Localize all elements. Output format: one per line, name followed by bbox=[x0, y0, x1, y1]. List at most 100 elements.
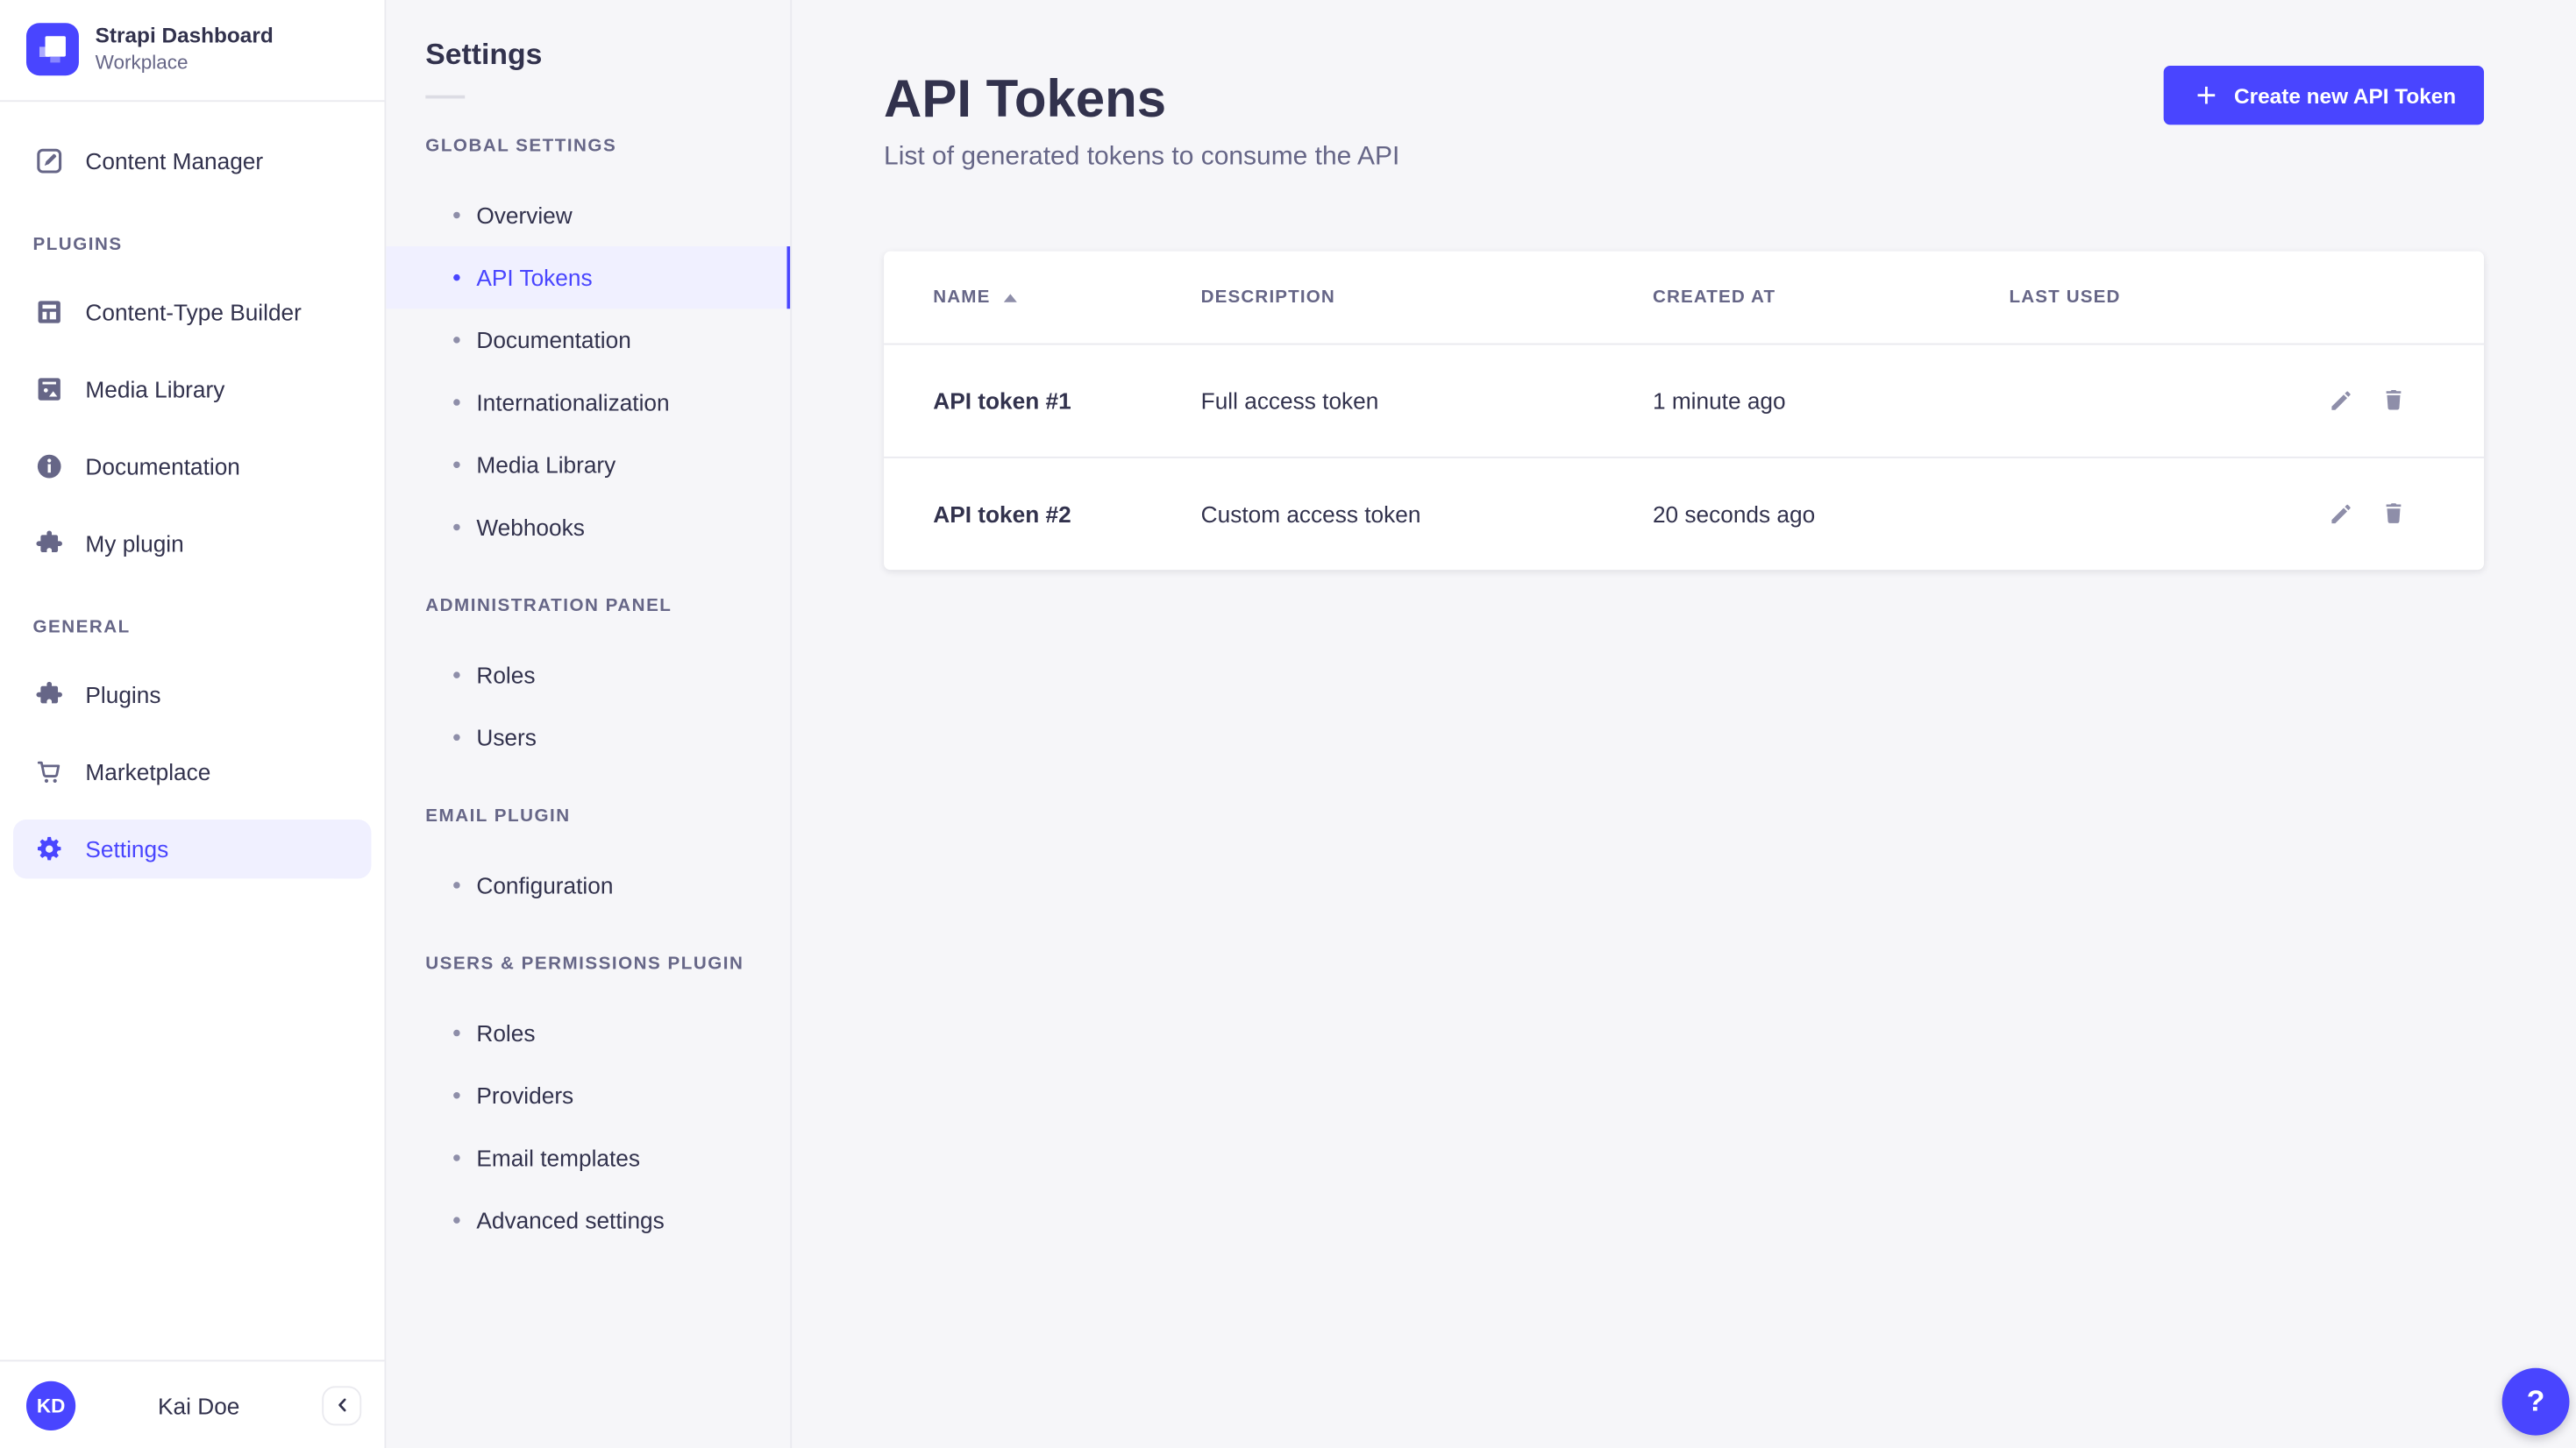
subnav-item-up-roles[interactable]: Roles bbox=[386, 1002, 790, 1064]
subnav-item-admin-roles[interactable]: Roles bbox=[386, 643, 790, 706]
column-header-name: NAME bbox=[933, 287, 1200, 307]
bullet-icon bbox=[453, 337, 459, 343]
subnav-item-label: API Tokens bbox=[476, 265, 592, 291]
subnav-item-media-library[interactable]: Media Library bbox=[386, 434, 790, 496]
gear-icon bbox=[32, 833, 65, 865]
subnav-item-up-advanced-settings[interactable]: Advanced settings bbox=[386, 1189, 790, 1252]
edit-token-button[interactable] bbox=[2326, 500, 2356, 529]
subnav-title: Settings bbox=[386, 36, 790, 72]
sidebar-section-general: GENERAL bbox=[13, 616, 371, 639]
bullet-icon bbox=[453, 462, 459, 468]
sidebar-item-media-library[interactable]: Media Library bbox=[13, 359, 371, 418]
sidebar-item-label: My plugin bbox=[85, 530, 183, 557]
sidebar-item-settings[interactable]: Settings bbox=[13, 820, 371, 878]
column-header-created-at: CREATED AT bbox=[1653, 287, 2010, 307]
sidebar-item-plugins[interactable]: Plugins bbox=[13, 665, 371, 724]
info-icon bbox=[32, 450, 65, 482]
sidebar-item-label: Plugins bbox=[85, 682, 160, 708]
page-header: API Tokens List of generated tokens to c… bbox=[884, 66, 2484, 174]
pencil-icon bbox=[2328, 387, 2354, 414]
subnav-item-documentation[interactable]: Documentation bbox=[386, 309, 790, 371]
subnav-item-api-tokens[interactable]: API Tokens bbox=[386, 246, 790, 309]
sidebar-item-label: Content Manager bbox=[85, 148, 263, 174]
bullet-icon bbox=[453, 212, 459, 218]
subnav-item-webhooks[interactable]: Webhooks bbox=[386, 496, 790, 558]
row-actions bbox=[2309, 500, 2435, 529]
subnav-section-users-permissions-plugin: USERS & PERMISSIONS PLUGIN bbox=[425, 953, 751, 976]
subnav-item-label: Documentation bbox=[476, 327, 630, 353]
token-name: API token #1 bbox=[933, 387, 1200, 414]
sidebar-item-label: Content-Type Builder bbox=[85, 299, 301, 325]
sidebar-item-my-plugin[interactable]: My plugin bbox=[13, 514, 371, 572]
subnav-item-overview[interactable]: Overview bbox=[386, 184, 790, 246]
trash-icon bbox=[2380, 500, 2407, 527]
sidebar-item-content-manager[interactable]: Content Manager bbox=[13, 131, 371, 190]
column-header-label: NAME bbox=[933, 287, 990, 307]
pencil-icon bbox=[2328, 500, 2354, 527]
workspace-switcher[interactable]: Strapi Dashboard Workplace bbox=[0, 0, 384, 102]
table-row[interactable]: API token #1 Full access token 1 minute … bbox=[884, 344, 2484, 457]
delete-token-button[interactable] bbox=[2379, 386, 2409, 415]
subnav-divider bbox=[425, 96, 465, 99]
strapi-dashboard: Strapi Dashboard Workplace Content Manag… bbox=[0, 0, 2576, 1448]
sidebar-item-content-type-builder[interactable]: Content-Type Builder bbox=[13, 282, 371, 341]
cart-icon bbox=[32, 756, 65, 788]
subnav-item-label: Users bbox=[476, 724, 537, 750]
subnav-section-administration-panel: ADMINISTRATION PANEL bbox=[425, 594, 751, 617]
subnav-section-global-settings: GLOBAL SETTINGS bbox=[425, 135, 751, 158]
subnav-item-label: Media Library bbox=[476, 451, 616, 478]
image-icon bbox=[32, 373, 65, 405]
sidebar-item-label: Settings bbox=[85, 836, 168, 862]
sort-ascending-icon[interactable] bbox=[1003, 293, 1016, 301]
trash-icon bbox=[2380, 387, 2407, 414]
column-header-last-used: LAST USED bbox=[2010, 287, 2309, 307]
edit-token-button[interactable] bbox=[2326, 386, 2356, 415]
subnav-item-email-configuration[interactable]: Configuration bbox=[386, 854, 790, 916]
brand-name: Strapi Dashboard bbox=[96, 23, 274, 49]
avatar[interactable]: KD bbox=[26, 1381, 75, 1430]
puzzle-icon bbox=[32, 678, 65, 711]
create-api-token-button[interactable]: Create new API Token bbox=[2163, 66, 2484, 124]
plus-icon bbox=[2191, 81, 2221, 110]
subnav-item-label: Advanced settings bbox=[476, 1207, 664, 1233]
subnav-item-internationalization[interactable]: Internationalization bbox=[386, 371, 790, 433]
page-title: API Tokens bbox=[884, 66, 1399, 131]
subnav-item-label: Roles bbox=[476, 662, 535, 688]
collapse-sidebar-button[interactable] bbox=[322, 1385, 361, 1424]
bullet-icon bbox=[453, 1030, 459, 1036]
subnav-item-label: Internationalization bbox=[476, 389, 669, 415]
subnav-item-label: Email templates bbox=[476, 1145, 640, 1171]
feather-icon bbox=[32, 145, 65, 177]
bullet-icon bbox=[453, 1154, 459, 1161]
token-created-at: 1 minute ago bbox=[1653, 387, 2010, 414]
sidebar-item-marketplace[interactable]: Marketplace bbox=[13, 742, 371, 801]
subnav-item-admin-users[interactable]: Users bbox=[386, 706, 790, 769]
table-header-row: NAME DESCRIPTION CREATED AT LAST USED bbox=[884, 252, 2484, 344]
token-created-at: 20 seconds ago bbox=[1653, 500, 2010, 527]
layout-icon bbox=[32, 295, 65, 328]
bullet-icon bbox=[453, 399, 459, 405]
token-name: API token #2 bbox=[933, 500, 1200, 527]
column-header-description: DESCRIPTION bbox=[1201, 287, 1653, 307]
subnav-item-label: Roles bbox=[476, 1020, 535, 1047]
create-api-token-label: Create new API Token bbox=[2234, 83, 2456, 108]
sidebar-footer: KD Kai Doe bbox=[0, 1359, 384, 1448]
bullet-icon bbox=[453, 274, 459, 280]
subnav-item-label: Providers bbox=[476, 1082, 573, 1109]
bullet-icon bbox=[453, 735, 459, 741]
settings-subnav: Settings GLOBAL SETTINGS Overview API To… bbox=[386, 0, 792, 1448]
subnav-item-up-email-templates[interactable]: Email templates bbox=[386, 1126, 790, 1189]
sidebar-item-documentation[interactable]: Documentation bbox=[13, 437, 371, 495]
table-row[interactable]: API token #2 Custom access token 20 seco… bbox=[884, 457, 2484, 570]
sidebar-nav: Content Manager PLUGINS Content-Type Bui… bbox=[0, 102, 384, 1448]
main-sidebar: Strapi Dashboard Workplace Content Manag… bbox=[0, 0, 386, 1448]
table-body: API token #1 Full access token 1 minute … bbox=[884, 344, 2484, 571]
chevron-left-icon bbox=[331, 1395, 352, 1416]
brand-workspace: Workplace bbox=[96, 51, 274, 75]
help-button[interactable]: ? bbox=[2502, 1368, 2570, 1436]
bullet-icon bbox=[453, 882, 459, 888]
delete-token-button[interactable] bbox=[2379, 500, 2409, 529]
user-name[interactable]: Kai Doe bbox=[75, 1392, 322, 1418]
token-description: Full access token bbox=[1201, 387, 1653, 414]
subnav-item-up-providers[interactable]: Providers bbox=[386, 1064, 790, 1126]
